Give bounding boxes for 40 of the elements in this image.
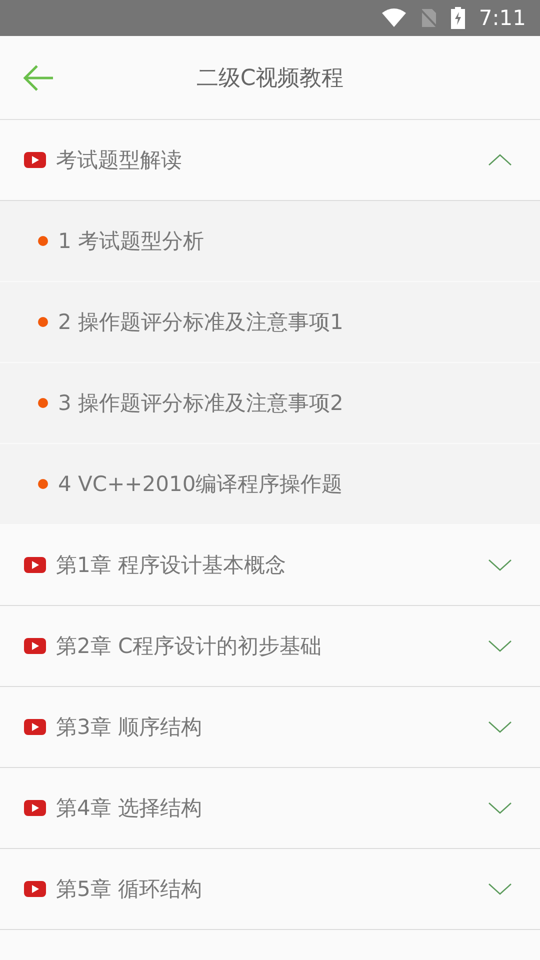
video-play-icon bbox=[24, 800, 46, 816]
lesson-title: 4 VC++2010编译程序操作题 bbox=[58, 471, 343, 498]
page-title: 二级C视频教程 bbox=[195, 64, 345, 92]
chevron-up-icon bbox=[488, 154, 512, 166]
chapter-row[interactable]: 第5章 循环结构 bbox=[0, 849, 540, 930]
lesson-item[interactable]: 4 VC++2010编译程序操作题 bbox=[0, 444, 540, 525]
chapter-title: 考试题型解读 bbox=[56, 147, 183, 174]
bullet-dot-icon bbox=[38, 236, 48, 246]
chapter-title: 第5章 循环结构 bbox=[56, 876, 204, 903]
chapter-row[interactable]: 第4章 选择结构 bbox=[0, 768, 540, 849]
chevron-down-icon bbox=[488, 802, 512, 814]
lesson-item[interactable]: 3 操作题评分标准及注意事项2 bbox=[0, 363, 540, 444]
no-sim-icon bbox=[420, 8, 437, 28]
lesson-title: 3 操作题评分标准及注意事项2 bbox=[58, 390, 344, 417]
chevron-down-icon bbox=[488, 883, 512, 895]
chapter-row[interactable]: 第1章 程序设计基本概念 bbox=[0, 525, 540, 606]
bullet-dot-icon bbox=[38, 317, 48, 327]
chapter-row[interactable]: 第3章 顺序结构 bbox=[0, 687, 540, 768]
video-play-icon bbox=[24, 152, 46, 168]
chapter-title: 第1章 程序设计基本概念 bbox=[56, 552, 288, 579]
video-play-icon bbox=[24, 881, 46, 897]
video-play-icon bbox=[24, 719, 46, 735]
video-play-icon bbox=[24, 638, 46, 654]
status-time: 7:11 bbox=[478, 6, 526, 30]
lesson-item[interactable]: 1 考试题型分析 bbox=[0, 201, 540, 282]
chevron-down-icon bbox=[488, 721, 512, 733]
chapter-row[interactable]: 第2章 C程序设计的初步基础 bbox=[0, 606, 540, 687]
chevron-down-icon bbox=[488, 559, 512, 571]
bullet-dot-icon bbox=[38, 479, 48, 489]
video-play-icon bbox=[24, 557, 46, 573]
lesson-title: 2 操作题评分标准及注意事项1 bbox=[58, 309, 344, 336]
chevron-down-icon bbox=[488, 640, 512, 652]
lesson-item[interactable]: 2 操作题评分标准及注意事项1 bbox=[0, 282, 540, 363]
battery-charging-icon bbox=[450, 7, 465, 29]
chapter-title: 第2章 C程序设计的初步基础 bbox=[56, 633, 323, 660]
chapter-title: 第4章 选择结构 bbox=[56, 795, 204, 822]
chapter-title: 第3章 顺序结构 bbox=[56, 714, 204, 741]
wifi-icon bbox=[380, 8, 407, 28]
bullet-dot-icon bbox=[38, 398, 48, 408]
lesson-title: 1 考试题型分析 bbox=[58, 228, 204, 255]
